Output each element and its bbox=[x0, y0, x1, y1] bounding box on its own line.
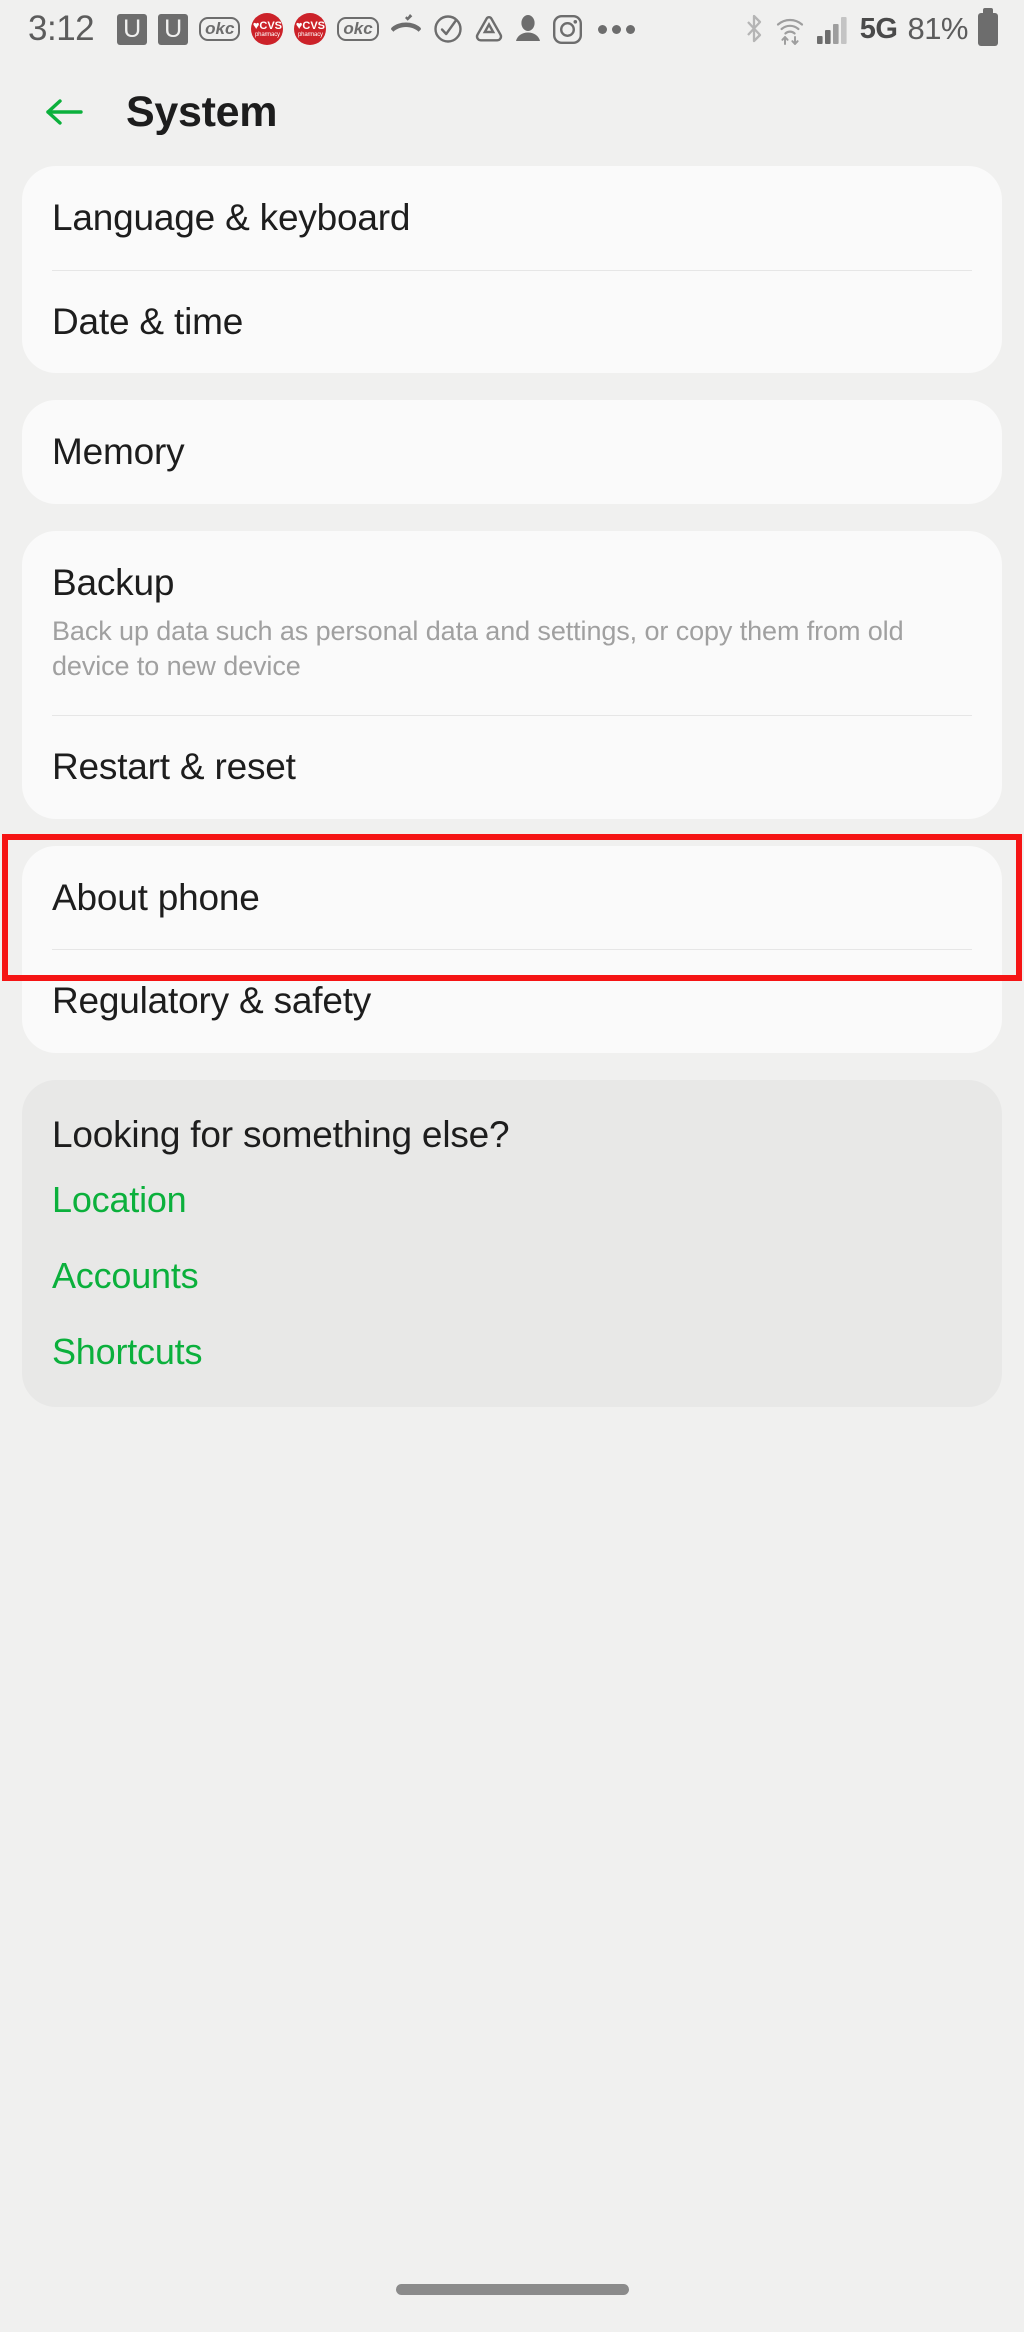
settings-group-backup: Backup Back up data such as personal dat… bbox=[22, 530, 1002, 819]
wifi-data-icon bbox=[774, 13, 806, 45]
instagram-icon bbox=[552, 14, 583, 45]
battery-icon bbox=[978, 7, 998, 46]
contact-person-icon bbox=[515, 14, 541, 44]
shortcuts-link[interactable]: Shortcuts bbox=[22, 1314, 1002, 1407]
status-bar-left: 3:12 U U okc ♥CVS pharmacy ♥CVS pharmacy o… bbox=[28, 9, 744, 49]
settings-row-memory[interactable]: Memory bbox=[22, 400, 1002, 504]
settings-row-restart-reset[interactable]: Restart & reset bbox=[22, 714, 1002, 819]
network-type-label: 5G bbox=[859, 12, 898, 45]
navigation-bar bbox=[0, 2246, 1024, 2332]
row-title: Backup bbox=[52, 561, 175, 603]
settings-scroll-area[interactable]: Language & keyboard Date & time Memory B… bbox=[0, 166, 1024, 1407]
uber-notification-icon-2: U bbox=[158, 13, 189, 45]
battery-percent-label: 81% bbox=[907, 11, 968, 46]
alert-triangle-icon bbox=[474, 14, 504, 45]
okcupid-notification-icon-2: okc bbox=[337, 17, 379, 41]
cellular-signal-icon bbox=[816, 13, 850, 45]
accounts-link[interactable]: Accounts bbox=[22, 1238, 1002, 1314]
settings-row-backup[interactable]: Backup Back up data such as personal dat… bbox=[22, 531, 1002, 715]
row-title: Language & keyboard bbox=[52, 197, 411, 238]
page-title: System bbox=[126, 87, 278, 136]
uber-notification-icon: U bbox=[117, 13, 148, 45]
settings-row-language-keyboard[interactable]: Language & keyboard bbox=[22, 166, 1002, 270]
bluetooth-icon bbox=[744, 13, 764, 45]
check-circle-icon bbox=[433, 14, 463, 44]
status-bar-right: 5G 81% bbox=[744, 7, 998, 47]
settings-row-regulatory-safety[interactable]: Regulatory & safety bbox=[22, 949, 1002, 1053]
cvs-pharmacy-notification-icon-2: ♥CVS pharmacy bbox=[294, 13, 327, 45]
settings-group-about: About phone Regulatory & safety bbox=[22, 845, 1002, 1053]
row-title: Regulatory & safety bbox=[52, 980, 372, 1022]
highlighted-group-wrapper: About phone Regulatory & safety bbox=[2, 833, 1022, 1053]
row-title: Restart & reset bbox=[52, 745, 296, 787]
looking-for-something-else-card: Looking for something else? Location Acc… bbox=[22, 1079, 1002, 1407]
row-title: About phone bbox=[52, 876, 260, 918]
location-link[interactable]: Location bbox=[22, 1162, 1002, 1238]
home-gesture-bar[interactable] bbox=[395, 2283, 629, 2295]
page-header: System bbox=[0, 58, 1024, 166]
row-subtitle: Back up data such as personal data and s… bbox=[52, 615, 904, 682]
missed-call-icon bbox=[390, 14, 422, 44]
back-arrow-icon[interactable] bbox=[42, 90, 86, 134]
cvs-pharmacy-notification-icon: ♥CVS pharmacy bbox=[251, 13, 284, 45]
status-bar-clock: 3:12 bbox=[28, 9, 95, 48]
status-bar: 3:12 U U okc ♥CVS pharmacy ♥CVS pharmacy o… bbox=[0, 0, 1024, 58]
settings-row-about-phone[interactable]: About phone bbox=[22, 846, 1002, 950]
settings-group-locale: Language & keyboard Date & time bbox=[22, 166, 1002, 374]
okcupid-notification-icon: okc bbox=[199, 17, 241, 41]
more-notifications-icon bbox=[597, 24, 635, 34]
row-title: Date & time bbox=[52, 300, 244, 342]
row-title: Memory bbox=[52, 431, 185, 473]
looking-for-title: Looking for something else? bbox=[52, 1113, 510, 1155]
settings-group-memory: Memory bbox=[22, 400, 1002, 504]
settings-row-date-time[interactable]: Date & time bbox=[22, 269, 1002, 374]
